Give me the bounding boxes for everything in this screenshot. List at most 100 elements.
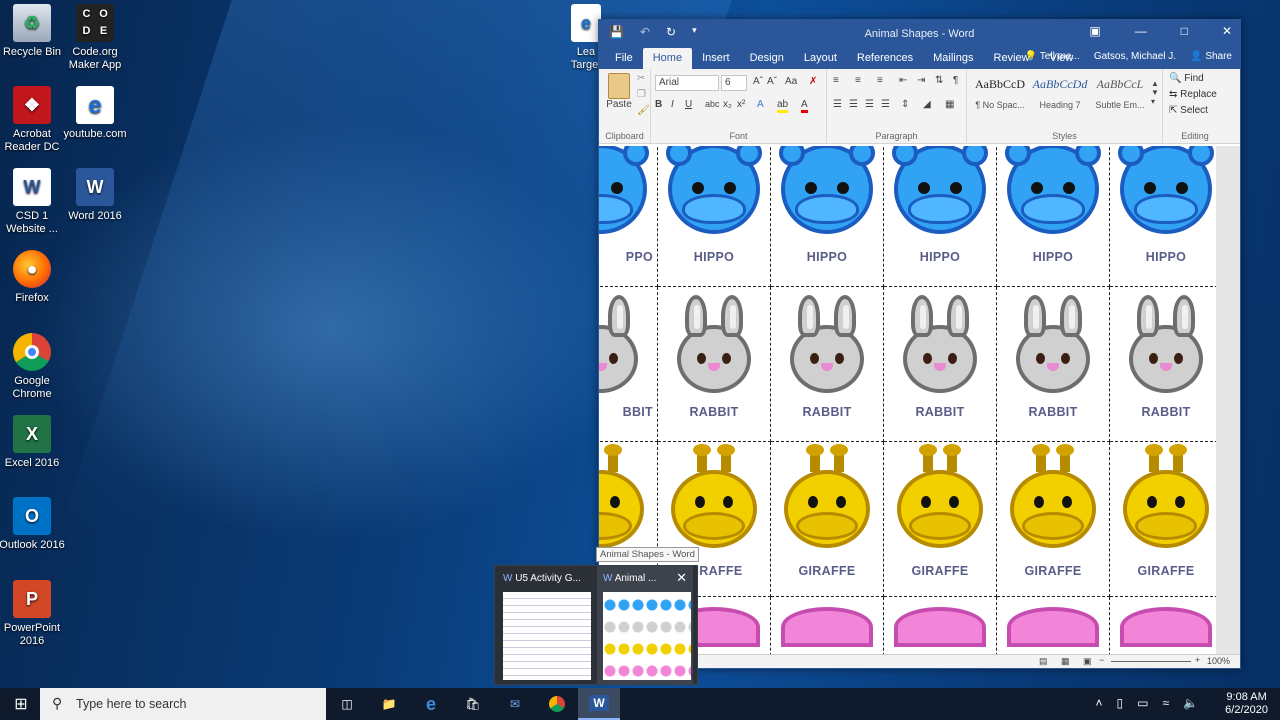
taskbar-file-explorer[interactable]: 📁	[368, 688, 410, 720]
desktop-icon-recycle-bin[interactable]: ♻ Recycle Bin	[0, 4, 68, 59]
animal-card-rabbit[interactable]: RABBIT	[997, 287, 1110, 442]
animal-card-giraffe[interactable]: GIRAFFE	[771, 442, 884, 597]
minimize-icon[interactable]: —	[1135, 24, 1147, 38]
desktop-icon-code-org[interactable]: C O D E Code.org Maker App	[59, 4, 131, 72]
tell-me-box[interactable]: 💡 Tell me...	[1025, 51, 1080, 62]
increase-indent-icon[interactable]: ⇥	[917, 75, 925, 86]
animal-card-hippo[interactable]: HIPPO	[658, 146, 771, 287]
animal-card-pig[interactable]	[771, 597, 884, 656]
close-icon[interactable]: ✕	[1222, 24, 1232, 38]
taskbar-store[interactable]: 🛍	[452, 688, 494, 720]
usb-icon[interactable]: ▯	[1117, 696, 1124, 710]
align-center-icon[interactable]: ☰	[849, 99, 858, 110]
highlight-icon[interactable]: ab	[777, 99, 789, 113]
styles-more-icon[interactable]: ▲ ▼ ▾	[1151, 79, 1159, 106]
strikethrough-icon[interactable]: abc	[705, 99, 720, 109]
tab-insert[interactable]: Insert	[692, 48, 740, 69]
animal-card-rabbit[interactable]: RABBIT	[658, 287, 771, 442]
tab-layout[interactable]: Layout	[794, 48, 847, 69]
task-view-button[interactable]: ◫	[326, 688, 368, 720]
desktop-icon-powerpoint[interactable]: P PowerPoint 2016	[0, 580, 68, 648]
animal-card-hippo[interactable]: HIPPO	[1110, 146, 1216, 287]
thumbnail-close-icon[interactable]: ✕	[676, 570, 687, 586]
print-layout-icon[interactable]: ▤	[1039, 656, 1048, 667]
tab-home[interactable]: Home	[642, 48, 693, 69]
user-name[interactable]: Gatsos, Michael J.	[1094, 51, 1176, 62]
subscript-icon[interactable]: x₂	[723, 99, 732, 110]
thumbnail-animal-shapes[interactable]: W Animal ... ✕	[597, 566, 693, 684]
bullets-icon[interactable]: ≡	[833, 75, 839, 86]
animal-card-rabbit[interactable]: RABBIT	[1110, 287, 1216, 442]
start-button[interactable]: ⊞	[0, 688, 42, 720]
web-layout-icon[interactable]: ▣	[1083, 656, 1092, 667]
font-color-icon[interactable]: A	[801, 99, 808, 113]
zoom-slider[interactable]	[1111, 661, 1191, 662]
animal-card-giraffe[interactable]: GIRAFFE	[1110, 442, 1216, 597]
desktop-icon-chrome[interactable]: Google Chrome	[0, 333, 68, 401]
clear-formatting-icon[interactable]: ✗	[809, 76, 817, 87]
volume-icon[interactable]: 🔈	[1183, 696, 1198, 710]
numbering-icon[interactable]: ≡	[855, 75, 861, 86]
share-button[interactable]: 👤 Share	[1190, 51, 1232, 62]
ribbon-display-icon[interactable]: ▣	[1089, 24, 1100, 38]
tab-references[interactable]: References	[847, 48, 923, 69]
align-left-icon[interactable]: ☰	[833, 99, 842, 110]
line-spacing-icon[interactable]: ⇕	[901, 99, 909, 110]
desktop-icon-acrobat[interactable]: ❖ Acrobat Reader DC	[0, 86, 68, 154]
zoom-in-icon[interactable]: +	[1195, 655, 1200, 665]
font-name-box[interactable]: Arial	[655, 75, 719, 91]
show-formatting-icon[interactable]: ¶	[953, 75, 958, 86]
style-subtle-emphasis[interactable]: AaBbCcL Subtle Em...	[1091, 77, 1149, 119]
tab-mailings[interactable]: Mailings	[923, 48, 983, 69]
italic-icon[interactable]: I	[671, 99, 674, 110]
animal-card-hippo[interactable]: HIPPO	[997, 146, 1110, 287]
decrease-indent-icon[interactable]: ⇤	[899, 75, 907, 86]
animal-card-pig[interactable]	[1110, 597, 1216, 656]
shrink-font-icon[interactable]: Aˇ	[767, 76, 777, 87]
paste-button[interactable]: Paste	[605, 73, 633, 110]
superscript-icon[interactable]: x²	[737, 99, 745, 110]
animal-card-rabbit[interactable]: BBIT	[599, 287, 658, 442]
tab-file[interactable]: File	[605, 48, 643, 69]
desktop-icon-outlook[interactable]: O Outlook 2016	[0, 497, 68, 552]
vertical-scrollbar[interactable]	[1216, 146, 1240, 656]
maximize-icon[interactable]: □	[1181, 24, 1188, 38]
animal-card-hippo[interactable]: HIPPO	[771, 146, 884, 287]
thumbnail-u5-activity[interactable]: W U5 Activity G...	[497, 566, 593, 684]
find-button[interactable]: 🔍 Find	[1169, 73, 1204, 84]
animal-card-giraffe[interactable]: GIRAFFE	[997, 442, 1110, 597]
taskbar-word[interactable]: W	[578, 688, 620, 720]
zoom-level[interactable]: 100%	[1207, 656, 1230, 666]
align-right-icon[interactable]: ☰	[865, 99, 874, 110]
style-no-spacing[interactable]: AaBbCcD ¶ No Spac...	[971, 77, 1029, 119]
underline-icon[interactable]: U	[685, 99, 692, 110]
tab-design[interactable]: Design	[740, 48, 794, 69]
text-effects-icon[interactable]: A	[757, 99, 764, 110]
chevron-up-icon[interactable]: ˄	[1095, 696, 1102, 710]
sort-icon[interactable]: ⇅	[935, 75, 943, 86]
read-mode-icon[interactable]: ▦	[1061, 656, 1070, 667]
desktop-icon-excel[interactable]: X Excel 2016	[0, 415, 68, 470]
font-size-box[interactable]: 6	[721, 75, 747, 91]
taskbar-edge[interactable]: e	[410, 688, 452, 720]
replace-button[interactable]: ⇆ Replace	[1169, 89, 1217, 100]
clock[interactable]: 9:08 AM 6/2/2020	[1225, 691, 1268, 717]
desktop-icon-youtube[interactable]: e youtube.com	[59, 86, 131, 141]
animal-card-hippo[interactable]: HIPPO	[884, 146, 997, 287]
zoom-out-icon[interactable]: −	[1099, 655, 1104, 665]
animal-card-hippo[interactable]: PPO	[599, 146, 658, 287]
desktop-icon-word[interactable]: W Word 2016	[59, 168, 131, 223]
borders-icon[interactable]: ▦	[945, 99, 954, 110]
tablet-icon[interactable]: ▭	[1137, 696, 1148, 710]
multilevel-list-icon[interactable]: ≡	[877, 75, 883, 86]
shading-icon[interactable]: ◢	[923, 99, 931, 110]
bold-icon[interactable]: B	[655, 99, 662, 110]
network-icon[interactable]: ≈	[1162, 696, 1169, 710]
select-button[interactable]: ⇱ Select	[1169, 105, 1208, 116]
format-painter-icon[interactable]: 🖌	[637, 105, 650, 116]
animal-card-giraffe[interactable]: GIRAFFE	[884, 442, 997, 597]
desktop-icon-firefox[interactable]: ● Firefox	[0, 250, 68, 305]
taskbar-chrome[interactable]	[536, 688, 578, 720]
style-heading-7[interactable]: AaBbCcDd Heading 7	[1031, 77, 1089, 119]
animal-card-pig[interactable]	[997, 597, 1110, 656]
